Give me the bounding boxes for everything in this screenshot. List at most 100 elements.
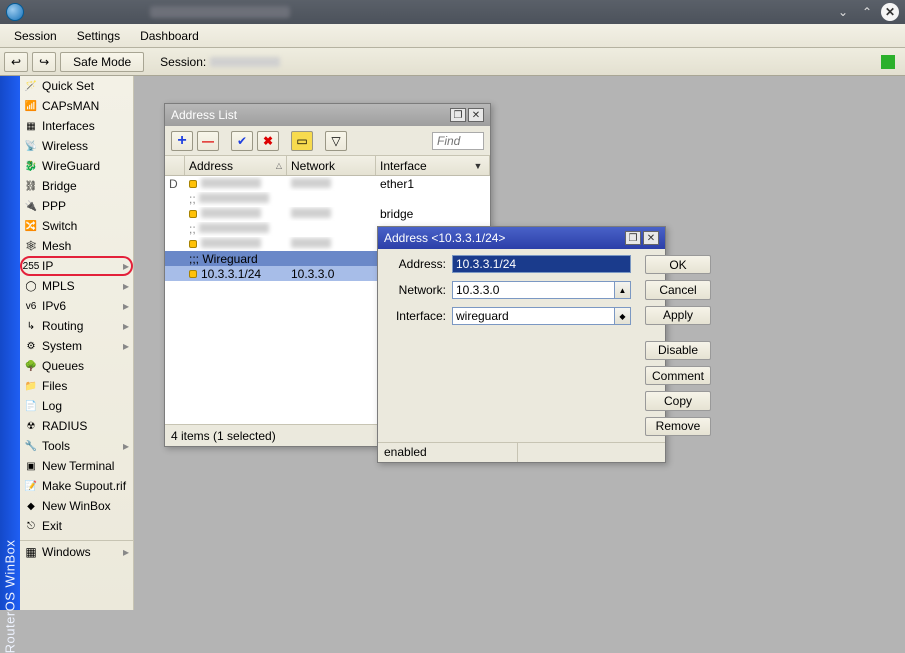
sidebar-icon: 🔌 — [24, 199, 38, 213]
sidebar-item-label: Mesh — [42, 239, 71, 253]
address-list-title: Address List — [171, 108, 448, 122]
col-flag[interactable] — [165, 156, 185, 175]
sidebar-item-wireguard[interactable]: 🐉WireGuard — [20, 156, 133, 176]
copy-button[interactable]: Copy — [645, 391, 711, 410]
filter-button[interactable]: ▽ — [325, 131, 347, 151]
sidebar-icon: ↳ — [24, 319, 38, 333]
col-address[interactable]: Address△ — [185, 156, 287, 175]
sidebar-item-tools[interactable]: 🔧Tools▸ — [20, 436, 133, 456]
ip-icon — [189, 180, 197, 188]
sidebar-item-label: Switch — [42, 219, 77, 233]
sidebar-icon: ⎋ — [24, 519, 38, 533]
disable-button[interactable]: ✖ — [257, 131, 279, 151]
sidebar-item-ppp[interactable]: 🔌PPP — [20, 196, 133, 216]
address-list-titlebar[interactable]: Address List ❐ ✕ — [165, 104, 490, 126]
sidebar-icon: ⛓ — [24, 179, 38, 193]
sidebar-item-label: Exit — [42, 519, 62, 533]
address-dialog: Address <10.3.3.1/24> ❐ ✕ Address: Netwo… — [377, 226, 666, 463]
address-list-restore-icon[interactable]: ❐ — [450, 108, 466, 122]
window-min-icon[interactable]: ⌄ — [833, 2, 853, 22]
toolbar: ↩ ↪ Safe Mode Session: — [0, 48, 905, 76]
sidebar-item-new-winbox[interactable]: ◆New WinBox — [20, 496, 133, 516]
menu-dashboard[interactable]: Dashboard — [140, 29, 199, 43]
window-close-icon[interactable]: ✕ — [881, 3, 899, 21]
undo-button[interactable]: ↩ — [4, 52, 28, 72]
apply-button[interactable]: Apply — [645, 306, 711, 325]
comment-button[interactable]: Comment — [645, 366, 711, 385]
address-dialog-restore-icon[interactable]: ❐ — [625, 231, 641, 245]
sidebar-item-radius[interactable]: ☢RADIUS — [20, 416, 133, 436]
address-input[interactable] — [452, 255, 631, 273]
sidebar-item-queues[interactable]: 🌳Queues — [20, 356, 133, 376]
submenu-arrow-icon: ▸ — [123, 439, 129, 453]
col-network[interactable]: Network — [287, 156, 376, 175]
menu-session[interactable]: Session — [14, 29, 57, 43]
window-max-icon[interactable]: ⌃ — [857, 2, 877, 22]
redo-button[interactable]: ↪ — [32, 52, 56, 72]
sidebar-item-label: Routing — [42, 319, 83, 333]
dialog-statusbar: enabled — [378, 442, 665, 462]
address-list-close-icon[interactable]: ✕ — [468, 108, 484, 122]
sidebar-item-capsman[interactable]: 📶CAPsMAN — [20, 96, 133, 116]
remove-button[interactable]: Remove — [645, 417, 711, 436]
comment-button[interactable]: ▭ — [291, 131, 313, 151]
address-dialog-title: Address <10.3.3.1/24> — [384, 231, 623, 245]
sidebar-item-make-supout-rif[interactable]: 📝Make Supout.rif — [20, 476, 133, 496]
submenu-arrow-icon: ▸ — [123, 259, 129, 273]
sidebar-item-routing[interactable]: ↳Routing▸ — [20, 316, 133, 336]
dialog-button-column: OK Cancel Apply Disable Comment Copy Rem… — [639, 249, 717, 442]
menubar: Session Settings Dashboard — [0, 24, 905, 48]
sidebar-item-mpls[interactable]: ◯MPLS▸ — [20, 276, 133, 296]
title-redacted — [150, 6, 290, 18]
sidebar-item-label: Interfaces — [42, 119, 95, 133]
windows-icon: ▦ — [24, 545, 38, 559]
remove-button[interactable]: — — [197, 131, 219, 151]
sidebar-item-bridge[interactable]: ⛓ Bridge — [20, 176, 133, 196]
connection-status-icon — [881, 55, 895, 69]
disable-button[interactable]: Disable — [645, 341, 711, 360]
find-input[interactable] — [432, 132, 484, 150]
ok-button[interactable]: OK — [645, 255, 711, 274]
left-title-strip: RouterOS WinBox — [0, 76, 20, 610]
add-button[interactable]: + — [171, 131, 193, 151]
sidebar-item-interfaces[interactable]: ▦Interfaces — [20, 116, 133, 136]
sidebar-item-label: RADIUS — [42, 419, 87, 433]
app-name-vertical: RouterOS WinBox — [3, 540, 18, 653]
sidebar-item-new-terminal[interactable]: ▣New Terminal — [20, 456, 133, 476]
address-dialog-titlebar[interactable]: Address <10.3.3.1/24> ❐ ✕ — [378, 227, 665, 249]
sidebar-item-label: MPLS — [42, 279, 75, 293]
sidebar-item-exit[interactable]: ⎋ Exit — [20, 516, 133, 536]
address-dialog-close-icon[interactable]: ✕ — [643, 231, 659, 245]
interface-input[interactable] — [452, 307, 615, 325]
sidebar-item-quick-set[interactable]: 🪄Quick Set — [20, 76, 133, 96]
table-row[interactable]: bridge — [165, 206, 490, 221]
network-expand-icon[interactable]: ▲ — [615, 281, 631, 299]
table-row[interactable]: Dether1 — [165, 176, 490, 191]
sidebar-item-windows[interactable]: ▦Windows▸ — [20, 542, 133, 562]
cancel-button[interactable]: Cancel — [645, 280, 711, 299]
sidebar-item-files[interactable]: 📁Files — [20, 376, 133, 396]
sidebar-item-mesh[interactable]: 🕸 Mesh — [20, 236, 133, 256]
safe-mode-button[interactable]: Safe Mode — [60, 52, 144, 72]
interface-expand-icon[interactable]: ◆ — [615, 307, 631, 325]
sidebar-icon: 🕸 — [24, 239, 38, 253]
sidebar-item-ip[interactable]: 255IP▸ — [20, 256, 133, 276]
sidebar-icon: 📡 — [24, 139, 38, 153]
sidebar-item-log[interactable]: 📄Log — [20, 396, 133, 416]
col-interface[interactable]: Interface▼ — [376, 156, 490, 175]
sidebar-item-label: Files — [42, 379, 67, 393]
sidebar-item-wireless[interactable]: 📡Wireless — [20, 136, 133, 156]
table-comment-row[interactable]: ;; — [165, 191, 490, 206]
sidebar-icon: 🔀 — [24, 219, 38, 233]
sidebar-item-label: Bridge — [42, 179, 77, 193]
network-input[interactable] — [452, 281, 615, 299]
menu-settings[interactable]: Settings — [77, 29, 120, 43]
dialog-status-enabled: enabled — [378, 443, 518, 462]
sidebar-icon: v6 — [24, 299, 38, 313]
sidebar-item-system[interactable]: ⚙System▸ — [20, 336, 133, 356]
network-field-label: Network: — [386, 283, 446, 297]
sidebar-item-ipv6[interactable]: v6IPv6▸ — [20, 296, 133, 316]
enable-button[interactable]: ✔ — [231, 131, 253, 151]
sidebar-item-switch[interactable]: 🔀 Switch — [20, 216, 133, 236]
mdi-canvas: Address List ❐ ✕ + — ✔ ✖ ▭ ▽ Address△ Ne… — [134, 76, 905, 610]
